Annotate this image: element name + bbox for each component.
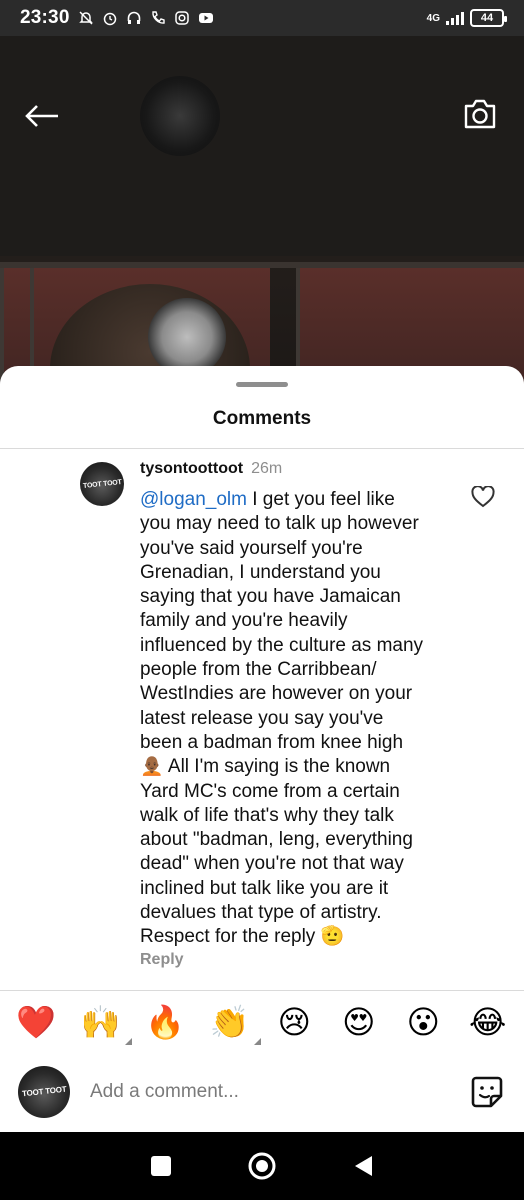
youtube-icon — [198, 10, 214, 26]
surprised-face-emoji: 😮 — [406, 1003, 440, 1040]
heart-eyes-emoji-button[interactable]: 😍 — [334, 997, 384, 1047]
divider — [0, 448, 524, 449]
comment-line: walk of life that's why they talk — [140, 804, 394, 826]
notification-icons — [78, 10, 214, 26]
surprised-face-emoji-button[interactable]: 😮 — [398, 997, 448, 1047]
comment-line: influenced by the culture as many — [140, 634, 424, 656]
headphone-earcup — [148, 298, 226, 376]
emoji-reaction-bar: ❤️ 🙌 🔥 👏 😢 😍 😮 😂 — [0, 990, 524, 1052]
headphones-icon — [126, 10, 142, 26]
ceiling-camera — [140, 76, 220, 156]
camera-icon — [464, 99, 496, 129]
battery-level: 44 — [480, 12, 494, 24]
comment-line: been a badman from knee high — [140, 731, 404, 753]
comment-line: Respect for the reply — [140, 926, 321, 948]
heart-emoji: ❤️ — [16, 1003, 57, 1040]
home-button[interactable] — [244, 1148, 280, 1184]
avatar-logo: TOOT TOOT — [82, 478, 122, 490]
square-icon — [150, 1156, 171, 1176]
video-ceiling — [0, 36, 524, 256]
mention-link[interactable]: @logan_olm — [140, 489, 247, 510]
avatar-logo: TOOT TOOT — [21, 1084, 67, 1099]
comment-composer: TOOT TOOT — [0, 1054, 524, 1130]
sticker-icon — [471, 1076, 503, 1108]
comment-line: saying that you have Jamaican — [140, 586, 401, 608]
navigation-bar — [0, 1132, 524, 1200]
triangle-icon — [355, 1156, 373, 1176]
tears-of-joy-emoji: 😂 — [469, 1003, 507, 1040]
instagram-icon — [174, 10, 190, 26]
comment-time: 26m — [251, 460, 283, 477]
heart-outline-icon — [471, 486, 495, 508]
phone-icon — [150, 10, 166, 26]
sheet-title: Comments — [212, 408, 312, 429]
comment-header: tysontoottoot 26m — [140, 460, 282, 478]
clapping-hands-emoji: 👏 — [209, 1003, 250, 1040]
comment-line: devalues that type of artistry. — [140, 902, 382, 924]
comment-text: @logan_olm I get you feel like you may n… — [140, 488, 458, 950]
crying-face-emoji-button[interactable]: 😢 — [269, 997, 319, 1047]
network-type: 4G — [426, 12, 440, 24]
comment-line: about "badman, leng, everything — [140, 829, 413, 851]
reply-button[interactable]: Reply — [140, 951, 184, 969]
tears-of-joy-emoji-button[interactable]: 😂 — [463, 997, 513, 1047]
comment-line: you've said yourself you're — [140, 537, 363, 559]
comments-sheet: Comments TOOT TOOT tysontoottoot 26m @log… — [0, 366, 524, 1132]
comment-line: I get you feel like — [246, 489, 395, 510]
alarm-icon — [102, 10, 118, 26]
drag-handle[interactable] — [236, 382, 288, 387]
raised-hands-emoji-button[interactable]: 🙌 — [76, 997, 132, 1047]
bald-person-emoji: 🧑🏾‍🦲 — [140, 756, 164, 778]
comment-line: latest release you say you've — [140, 707, 384, 729]
fire-emoji-button[interactable]: 🔥 — [140, 997, 190, 1047]
comment-line: you may need to talk up however — [140, 513, 419, 535]
clapping-hands-emoji-button[interactable]: 👏 — [205, 997, 261, 1047]
saluting-face-emoji: 🫡 — [320, 926, 345, 948]
comment-line: WestIndies are however on your — [140, 683, 413, 705]
comment-line: Yard MC's come from a certain — [140, 780, 400, 802]
back-button[interactable] — [22, 96, 62, 136]
comment-line: inclined but talk like you are it — [140, 877, 389, 899]
sticker-button[interactable] — [468, 1073, 506, 1111]
skin-tone-indicator — [253, 1037, 261, 1045]
status-time: 23:30 — [20, 7, 70, 28]
skin-tone-indicator — [124, 1037, 132, 1045]
heart-emoji-button[interactable]: ❤️ — [11, 997, 61, 1047]
camera-button[interactable] — [460, 94, 500, 134]
comment-line: dead" when you're not that way — [140, 853, 404, 875]
comment-line: family and you're heavily — [140, 610, 348, 632]
comment-line: people from the Carribbean/ — [140, 659, 377, 681]
battery-icon: 44 — [470, 9, 507, 27]
fire-emoji: 🔥 — [145, 1003, 186, 1040]
user-avatar: TOOT TOOT — [18, 1066, 70, 1118]
arrow-left-icon — [25, 105, 58, 127]
like-button[interactable] — [470, 484, 496, 510]
username[interactable]: tysontoottoot — [140, 460, 243, 477]
recents-button[interactable] — [143, 1148, 179, 1184]
signal-icon — [446, 11, 464, 25]
nav-back-button[interactable] — [345, 1148, 381, 1184]
heart-eyes-emoji: 😍 — [342, 1003, 376, 1040]
comment-input[interactable] — [90, 1081, 468, 1103]
avatar[interactable]: TOOT TOOT — [80, 462, 124, 506]
dnd-off-icon — [78, 10, 94, 26]
comment-line: All I'm saying is the known — [163, 756, 391, 778]
status-bar: 23:30 4G 44 — [0, 0, 524, 36]
comment-line: Grenadian, I understand you — [140, 561, 381, 583]
crying-face-emoji: 😢 — [277, 1003, 311, 1040]
circle-icon — [248, 1152, 276, 1180]
raised-hands-emoji: 🙌 — [80, 1003, 121, 1040]
system-status: 4G 44 — [426, 9, 507, 27]
